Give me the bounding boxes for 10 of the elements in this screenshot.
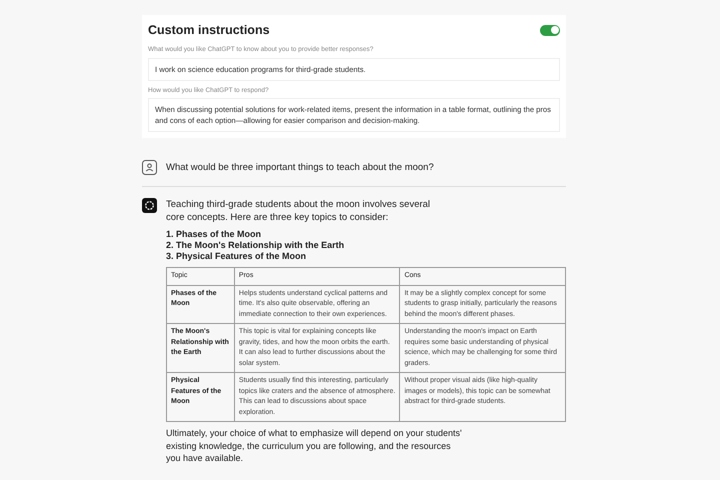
user-icon [142, 160, 157, 176]
user-message: What would be three important things to teach about the moon? [166, 160, 434, 175]
topic-item: 1. Phases of the Moon [166, 229, 262, 240]
topic-item: 3. Physical Features of the Moon [166, 251, 308, 262]
topic-item: 2. The Moon's Relationship with the Earth [166, 240, 346, 252]
assistant-conclusion: Ultimately, your choice of what to emphasize will depend on your students' existing knowledge, the curriculum you are following, and the resources you have available. [166, 427, 463, 465]
toggle-switch[interactable] [540, 24, 560, 36]
assistant-logo-icon [142, 198, 157, 214]
card-title: Custom instructions [148, 22, 270, 39]
assistant-intro: Teaching third-grade students about the moon involves several core concepts. Here are three key topics to consider: [166, 198, 432, 224]
